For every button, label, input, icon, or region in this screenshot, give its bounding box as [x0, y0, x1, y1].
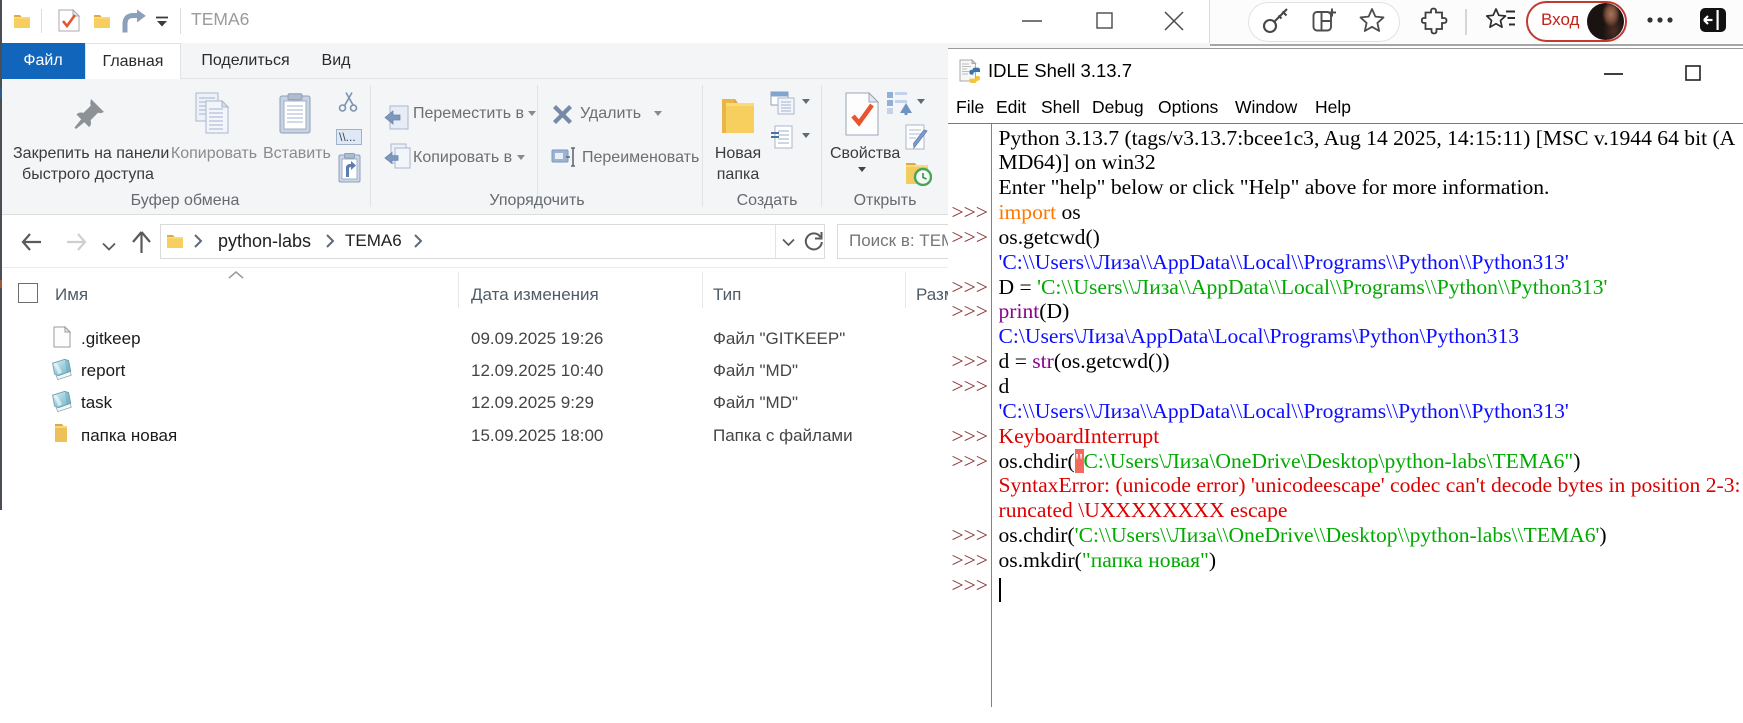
svg-text:\\...: \\...	[339, 130, 356, 144]
